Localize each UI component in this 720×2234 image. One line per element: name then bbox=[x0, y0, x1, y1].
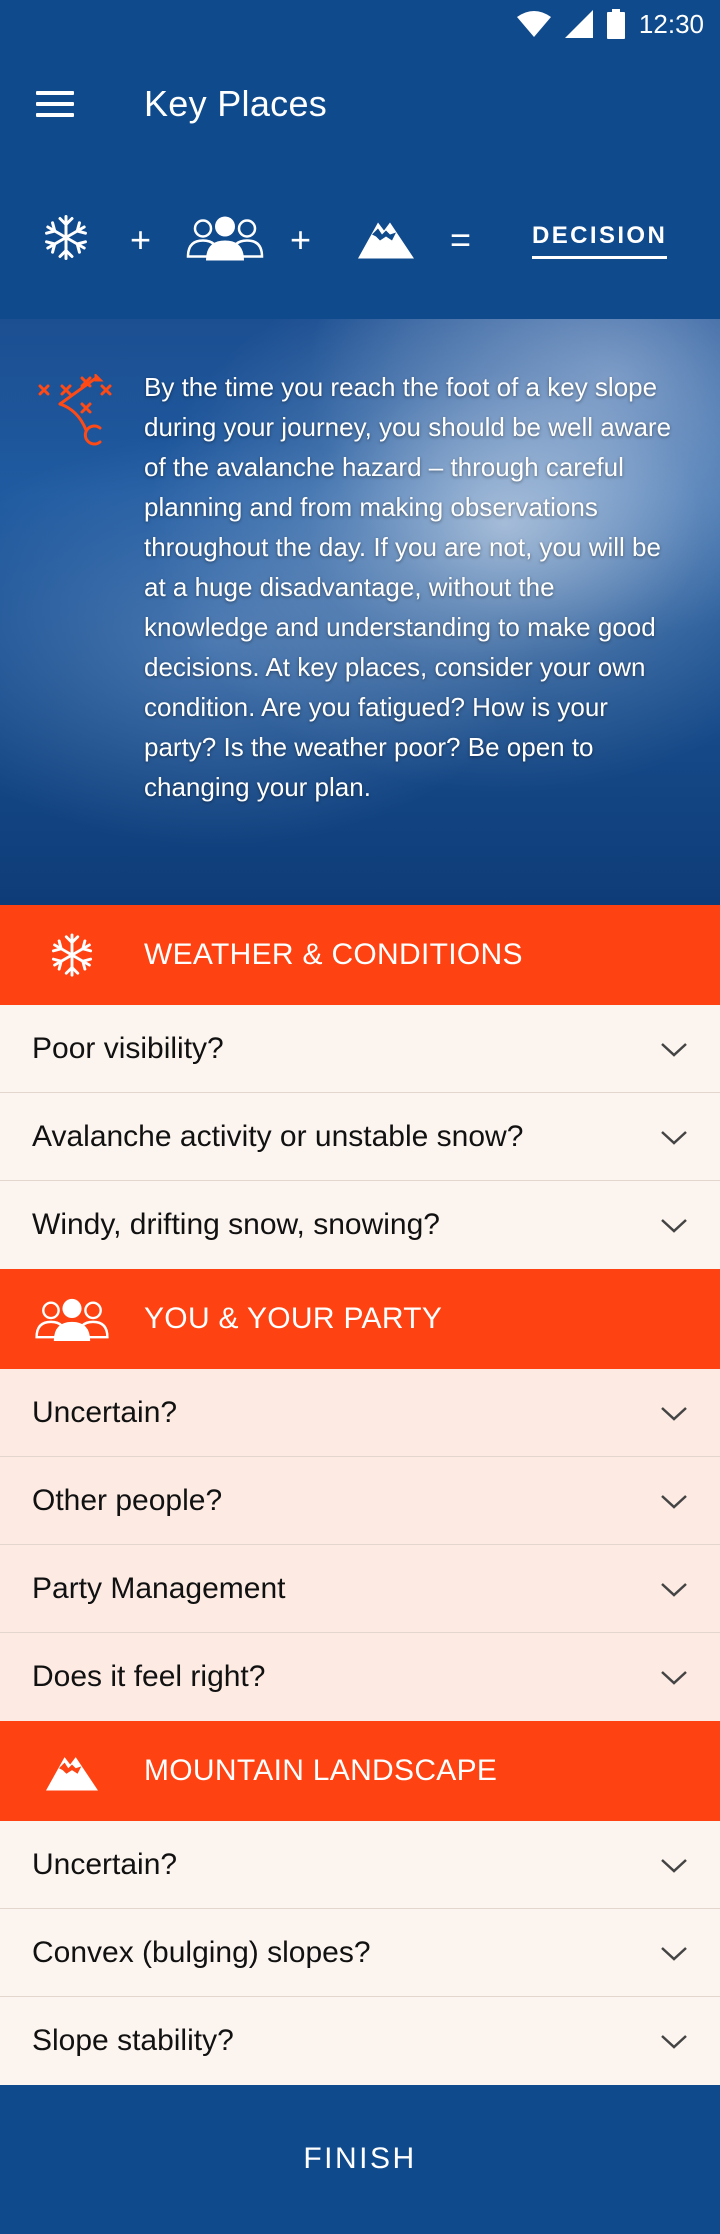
list-item-label: Slope stability? bbox=[32, 2024, 234, 2057]
menu-icon[interactable] bbox=[36, 91, 74, 117]
list-item[interactable]: Avalanche activity or unstable snow? bbox=[0, 1093, 720, 1181]
list-item-label: Windy, drifting snow, snowing? bbox=[32, 1208, 440, 1241]
list-item-label: Uncertain? bbox=[32, 1847, 178, 1881]
page-title: Key Places bbox=[144, 83, 328, 124]
status-bar: 12:30 bbox=[0, 0, 720, 48]
chevron-down-icon[interactable] bbox=[660, 1572, 688, 1606]
section-title: YOU & YOUR PARTY bbox=[144, 1302, 443, 1335]
route-plan-icon bbox=[38, 372, 114, 451]
intro-panel: By the time you reach the foot of a key … bbox=[0, 319, 720, 905]
decision-link[interactable]: DECISION bbox=[532, 222, 668, 259]
list-item[interactable]: Poor visibility? bbox=[0, 1005, 720, 1093]
list-item[interactable]: Party Management bbox=[0, 1545, 720, 1633]
list-item[interactable]: Slope stability? bbox=[0, 1997, 720, 2085]
list-item[interactable]: Other people? bbox=[0, 1457, 720, 1545]
status-time: 12:30 bbox=[638, 8, 704, 39]
list-item-label: Convex (bulging) slopes? bbox=[32, 1935, 371, 1969]
decision-formula: + + = DECISION bbox=[0, 160, 720, 319]
group-icon bbox=[0, 1269, 144, 1369]
plus-sign: + bbox=[290, 218, 312, 260]
chevron-down-icon[interactable] bbox=[660, 1848, 688, 1882]
list-item[interactable]: Windy, drifting snow, snowing? bbox=[0, 1181, 720, 1269]
battery-icon bbox=[606, 9, 625, 39]
chevron-down-icon[interactable] bbox=[660, 1396, 688, 1430]
equals-sign: = bbox=[450, 218, 472, 260]
list-item-label: Avalanche activity or unstable snow? bbox=[32, 1119, 524, 1153]
plus-sign: + bbox=[130, 218, 152, 260]
wifi-icon bbox=[516, 11, 551, 37]
list-item-label: Party Management bbox=[32, 1571, 286, 1605]
chevron-down-icon[interactable] bbox=[660, 1208, 688, 1242]
group-icon bbox=[186, 214, 264, 265]
finish-button[interactable]: FINISH bbox=[0, 2085, 720, 2233]
list-item-label: Uncertain? bbox=[32, 1395, 178, 1429]
list-item[interactable]: Does it feel right? bbox=[0, 1633, 720, 1721]
chevron-down-icon[interactable] bbox=[660, 1032, 688, 1066]
mountain-icon bbox=[0, 1721, 144, 1821]
list-item[interactable]: Uncertain? bbox=[0, 1369, 720, 1457]
intro-text: By the time you reach the foot of a key … bbox=[144, 372, 672, 802]
chevron-down-icon[interactable] bbox=[660, 2024, 688, 2058]
section-weather-conditions: WEATHER & CONDITIONS bbox=[0, 905, 720, 1005]
list-item-label: Poor visibility? bbox=[32, 1031, 224, 1065]
snowflake-icon bbox=[42, 213, 90, 266]
chevron-down-icon[interactable] bbox=[660, 1660, 688, 1694]
section-mountain-landscape: MOUNTAIN LANDSCAPE bbox=[0, 1721, 720, 1821]
list-item[interactable]: Uncertain? bbox=[0, 1821, 720, 1909]
app-bar: Key Places bbox=[0, 48, 720, 160]
section-title: MOUNTAIN LANDSCAPE bbox=[144, 1754, 498, 1787]
list-item[interactable]: Convex (bulging) slopes? bbox=[0, 1909, 720, 1997]
chevron-down-icon[interactable] bbox=[660, 1484, 688, 1518]
section-title: WEATHER & CONDITIONS bbox=[144, 938, 523, 971]
chevron-down-icon[interactable] bbox=[660, 1936, 688, 1970]
list-item-label: Other people? bbox=[32, 1483, 223, 1517]
chevron-down-icon[interactable] bbox=[660, 1120, 688, 1154]
mountain-icon bbox=[358, 216, 414, 263]
snowflake-icon bbox=[0, 905, 144, 1005]
cell-signal-icon bbox=[564, 10, 593, 38]
list-item-label: Does it feel right? bbox=[32, 1660, 266, 1693]
section-you-your-party: YOU & YOUR PARTY bbox=[0, 1269, 720, 1369]
